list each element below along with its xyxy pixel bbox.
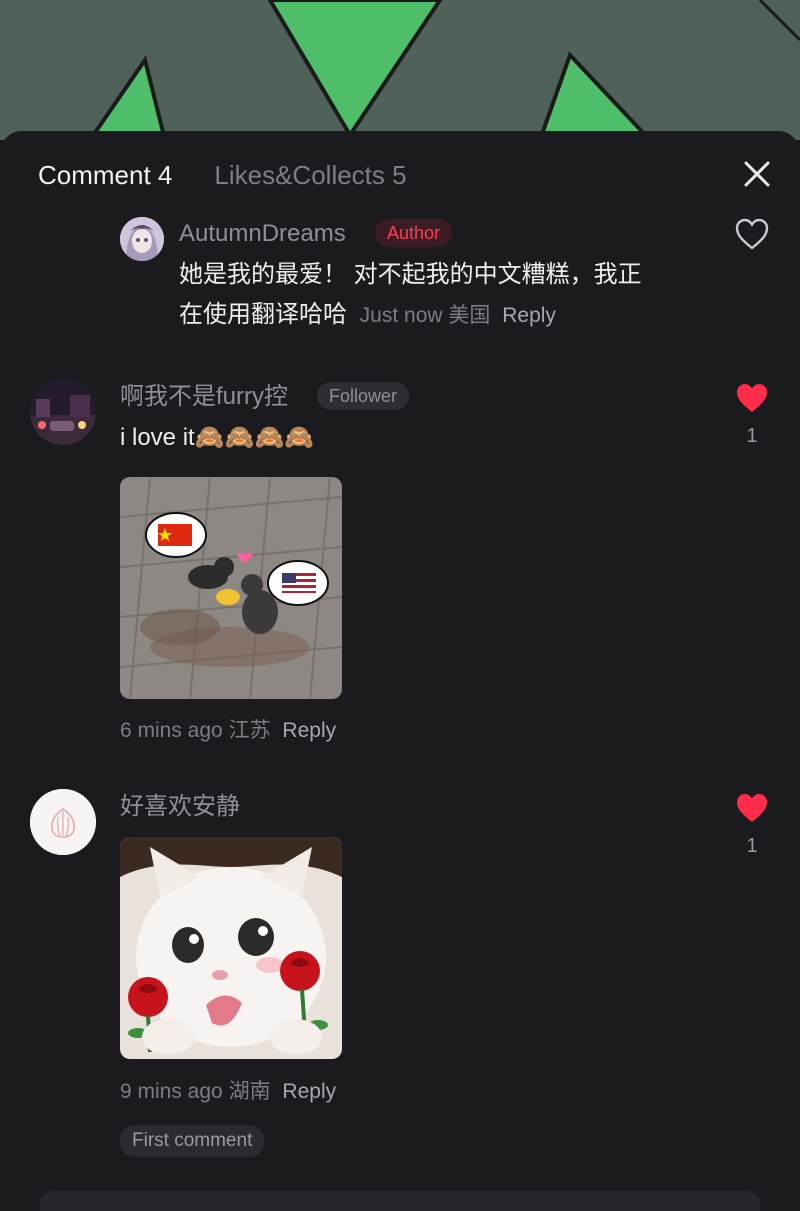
heart-filled-icon: [737, 794, 767, 822]
heart-outline-icon: [735, 218, 769, 250]
comment-time: 6 mins ago: [120, 719, 223, 742]
tab-bar: Comment 4 Likes&Collects 5: [38, 159, 407, 191]
tab-likes-collects[interactable]: Likes&Collects 5: [214, 159, 406, 191]
comment-location: 美国: [448, 304, 491, 327]
like-button[interactable]: [734, 381, 770, 415]
close-icon: [744, 161, 770, 187]
username[interactable]: 啊我不是furry控: [120, 382, 288, 412]
like-button[interactable]: [734, 217, 770, 251]
comment-text-line: 在使用翻译哈哈: [179, 301, 347, 328]
comment-input-bar[interactable]: [40, 1191, 760, 1211]
garlic-avatar-image: [30, 789, 96, 855]
reply-button[interactable]: Reply: [282, 719, 336, 742]
reply-button[interactable]: Reply: [502, 304, 556, 327]
comment-meta: 9 mins ago 湖南 Reply: [120, 1078, 336, 1106]
username[interactable]: AutumnDreams: [179, 219, 346, 249]
comments-sheet: Comment 4 Likes&Collects 5 AutumnDreams …: [0, 131, 800, 1211]
cats-handshake-flags-image: [120, 477, 342, 699]
avatar[interactable]: [120, 217, 164, 261]
night-street-avatar-image: [30, 379, 96, 445]
comment-text: 她是我的最爱！ 对不起我的中文糟糕，我正 在使用翻译哈哈 Just now 美国…: [179, 255, 699, 335]
avatar[interactable]: [30, 379, 96, 445]
comment-text-line: 她是我的最爱！ 对不起我的中文糟糕，我正: [179, 261, 642, 288]
first-comment-tag: First comment: [120, 1125, 265, 1157]
heart-filled-icon: [737, 384, 767, 412]
reply-button[interactable]: Reply: [282, 1080, 336, 1103]
like-count: 1: [746, 425, 758, 447]
post-backdrop: [0, 0, 800, 140]
username[interactable]: 好喜欢安静: [120, 792, 240, 822]
comment-meta: 6 mins ago 江苏 Reply: [120, 717, 336, 745]
close-button[interactable]: [740, 157, 774, 191]
like-button[interactable]: [734, 791, 770, 825]
comment-location: 湖南: [228, 1080, 271, 1103]
avatar[interactable]: [30, 789, 96, 855]
like-count: 1: [746, 835, 758, 857]
comment-time: Just now: [359, 304, 443, 327]
comment-location: 江苏: [228, 719, 271, 742]
comment-time: 9 mins ago: [120, 1080, 223, 1103]
comment-image[interactable]: [120, 477, 342, 699]
comment-text: i love it🙈🙈🙈🙈: [120, 424, 315, 451]
comment-image[interactable]: [120, 837, 342, 1059]
anime-avatar-image: [120, 217, 164, 261]
kitten-roses-image: [120, 837, 342, 1059]
author-badge: Author: [375, 219, 453, 247]
tab-comments[interactable]: Comment 4: [38, 159, 172, 191]
green-shapes-backdrop: [87, 0, 800, 140]
follower-badge: Follower: [317, 382, 410, 410]
